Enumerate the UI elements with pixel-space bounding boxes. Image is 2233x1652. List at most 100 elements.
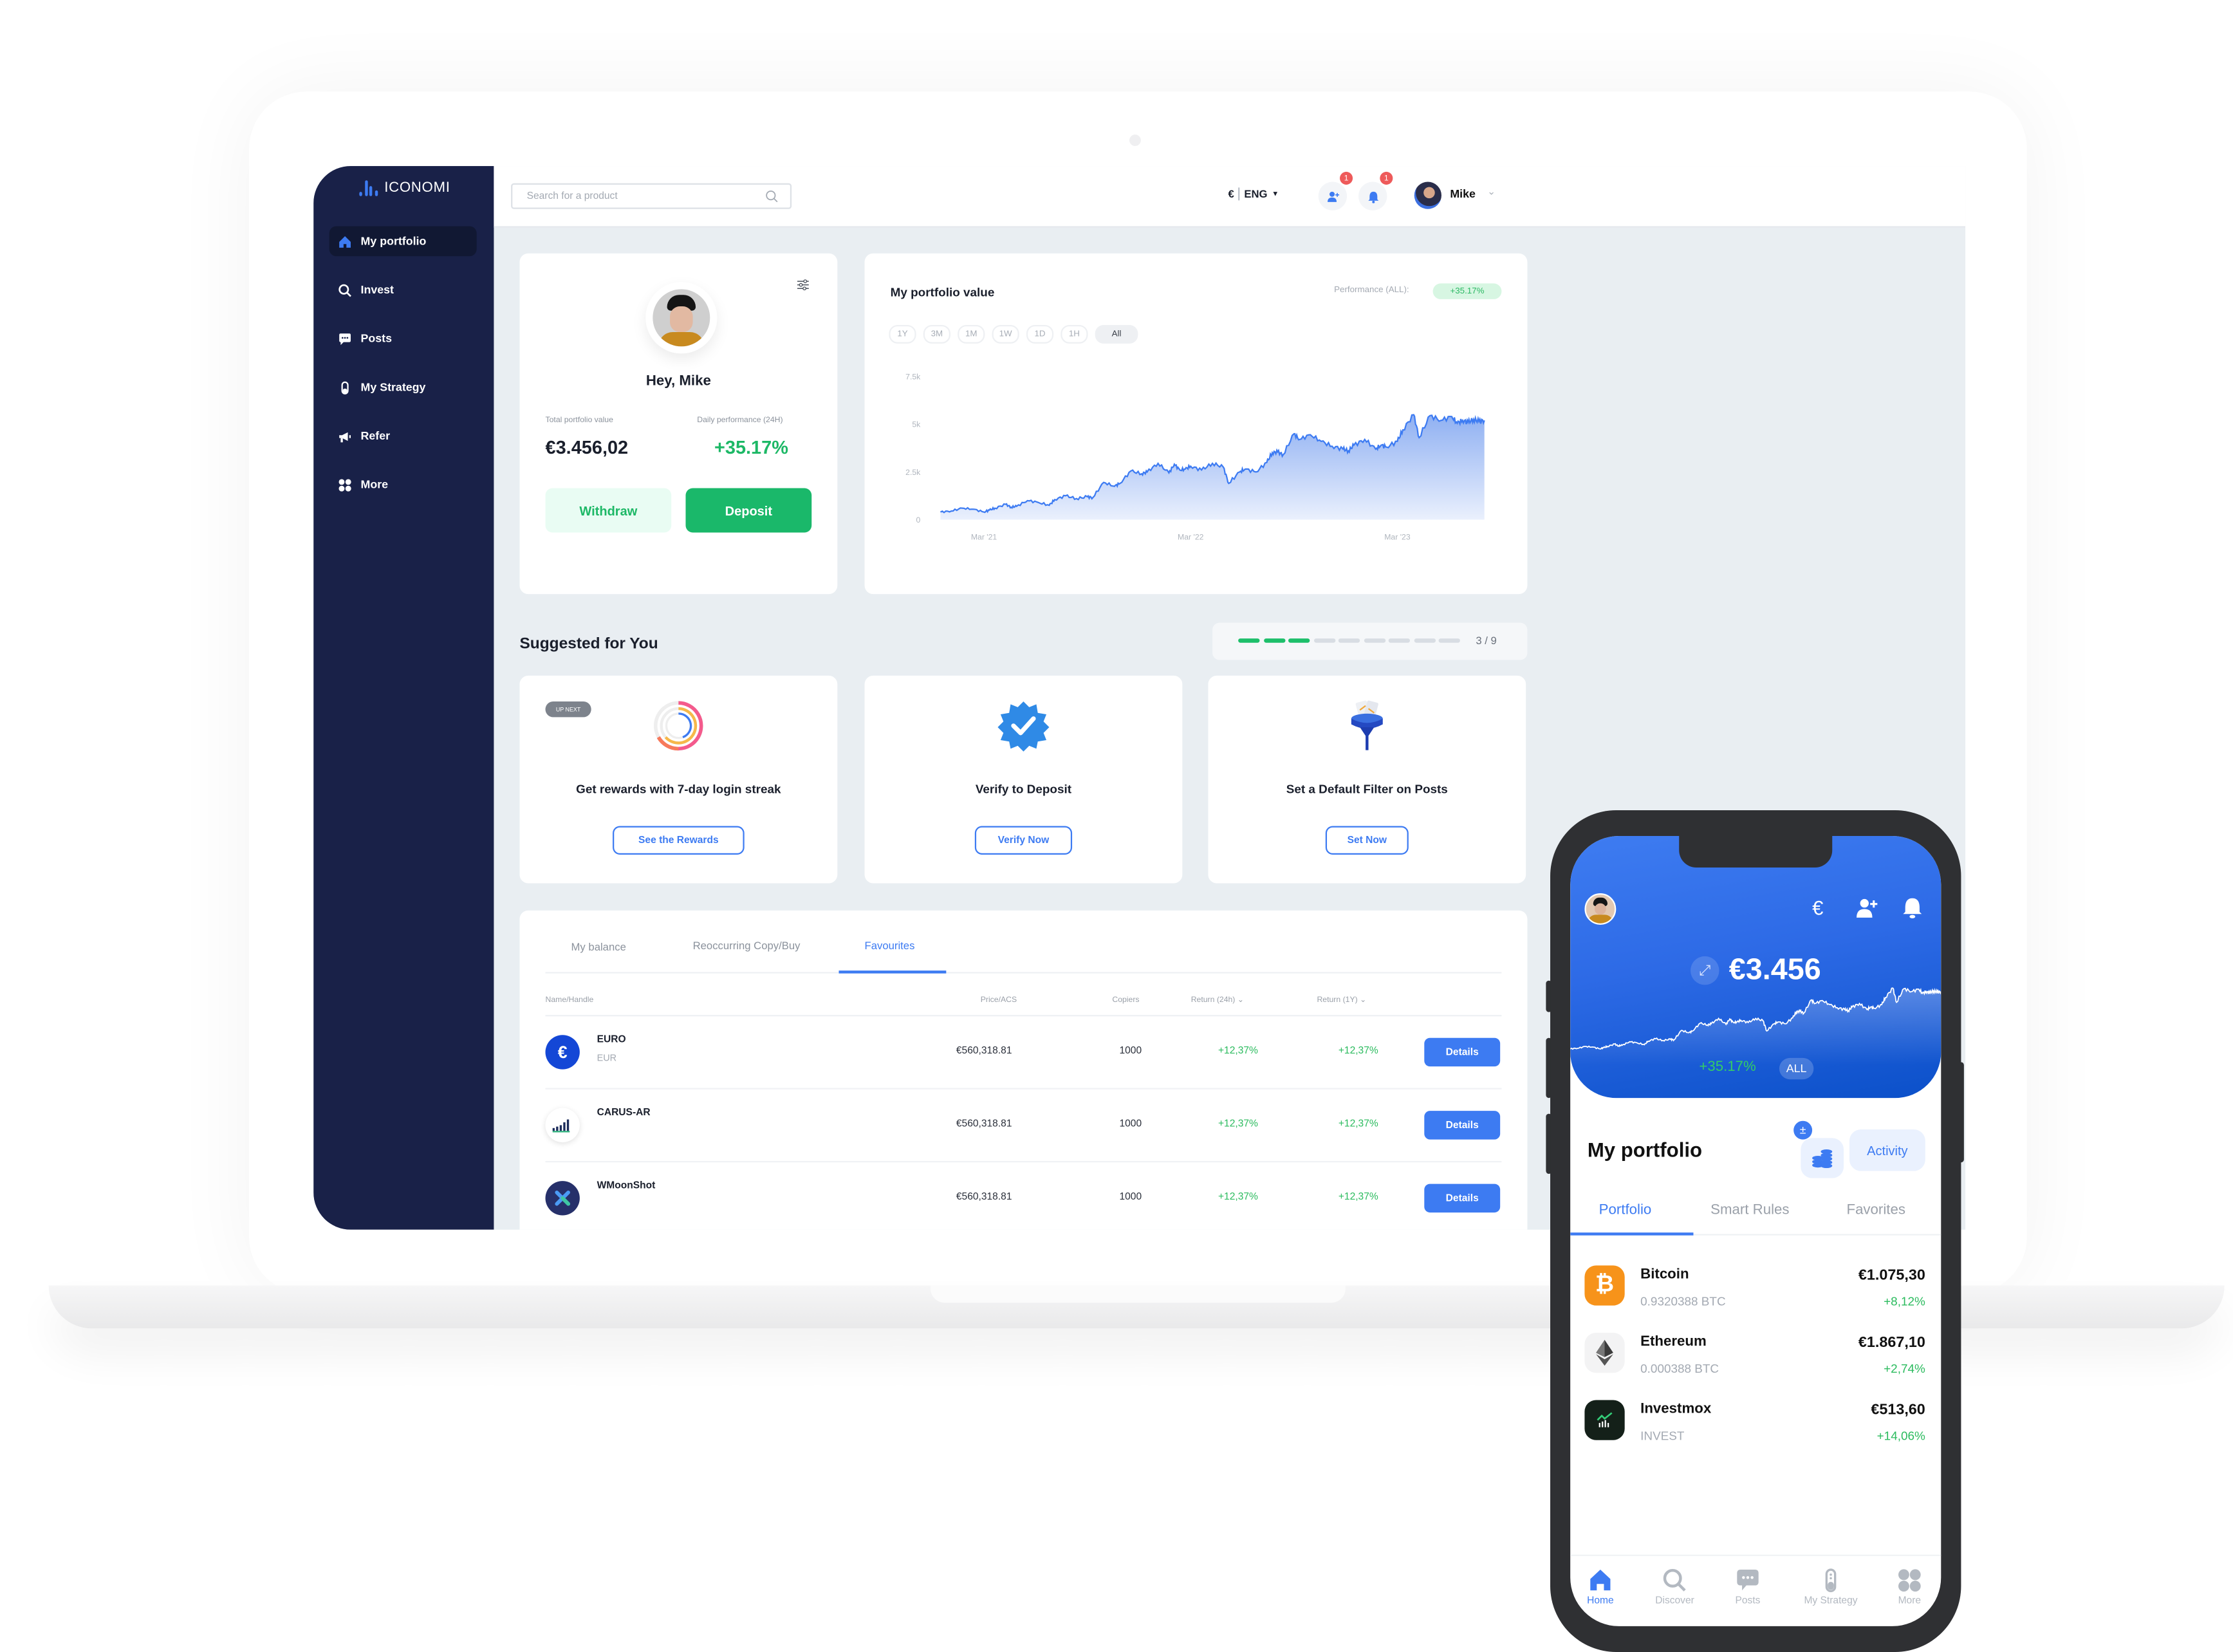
mobile-balance: ⤢ €3.456 [1570,953,1941,987]
row-name[interactable]: EURO [597,1035,626,1045]
mobile-tab-favorites[interactable]: Favorites [1846,1202,1905,1218]
x-tick-label: Mar '23 [1384,533,1411,542]
mobile-balance-amount: €3.456 [1728,953,1821,987]
asset-list-item[interactable]: ₿ Bitcoin 0.9320388 BTC €1.075,30 +8,12% [1584,1265,1925,1328]
nav-discover[interactable]: Discover [1639,1568,1710,1606]
daily-performance-value: +35.17% [714,436,788,458]
y-tick-label: 2.5k [905,468,921,477]
phone-notch [1679,836,1833,868]
range-all[interactable]: All [1095,324,1138,344]
currency-language-selector[interactable]: € ENG ▼ [1228,187,1279,201]
mobile-tab-smart-rules[interactable]: Smart Rules [1710,1202,1789,1218]
euro-icon: € [545,1035,580,1070]
progress-segment [1363,638,1385,643]
sidebar-item-my-strategy[interactable]: My Strategy [329,372,477,402]
brand-logo[interactable]: ICONOMI [359,180,450,196]
column-header-return-1y[interactable]: Return (1Y) ⌄ [1317,996,1366,1005]
sidebar-item-invest[interactable]: Invest [329,275,477,305]
mobile-phone: € ⤢ €3.456 +35.17% ALL My portfolio ± Ac… [1550,810,1961,1652]
row-price: €560,318.81 [956,1119,1012,1130]
ethereum-icon [1584,1332,1625,1373]
asset-list-item[interactable]: Ethereum 0.000388 BTC €1.867,10 +2,74% [1584,1332,1925,1396]
details-button[interactable]: Details [1424,1183,1501,1213]
tab-reoccurring-copy-buy[interactable]: Reoccurring Copy/Buy [693,939,801,952]
sidebar-item-label: My portfolio [360,234,427,248]
bell-icon[interactable] [1901,896,1924,919]
row-return-24h: +12,37% [1218,1119,1258,1130]
column-header-return-24h[interactable]: Return (24h) ⌄ [1191,996,1244,1005]
tabs-divider [545,972,1502,974]
suggestion-card-verify: Verify to Deposit Verify Now [864,675,1183,884]
invite-friends-button[interactable]: 1 [1318,171,1353,210]
range-1d[interactable]: 1D [1026,324,1054,344]
nav-posts[interactable]: Posts [1712,1568,1783,1606]
activity-button[interactable]: Activity [1849,1129,1925,1171]
tab-my-balance[interactable]: My balance [571,940,626,953]
search-icon [338,283,351,297]
settings-sliders-icon[interactable] [796,278,810,292]
user-plus-icon[interactable] [1855,896,1878,919]
flask-icon [1825,1568,1837,1593]
deposit-withdraw-button[interactable] [1801,1138,1844,1178]
range-1w[interactable]: 1W [992,324,1019,344]
euro-icon[interactable]: € [1810,896,1833,919]
mobile-portfolio-chart [1570,987,1941,1065]
details-button[interactable]: Details [1424,1037,1501,1067]
sidebar-item-refer[interactable]: Refer [329,421,477,451]
laptop-camera [1129,135,1141,146]
marketing-mockup: ICONOMI My portfolio Invest Posts My Str… [0,0,2233,1652]
search-input[interactable]: Search for a product [511,183,792,209]
deposit-button[interactable]: Deposit [685,488,812,533]
nav-more[interactable]: More [1874,1568,1941,1606]
verify-now-button[interactable]: Verify Now [974,826,1073,855]
nav-my-strategy[interactable]: My Strategy [1795,1568,1866,1606]
progress-count: 3 / 9 [1476,634,1497,647]
search-icon [766,190,778,203]
mobile-range-pill[interactable]: ALL [1779,1057,1814,1080]
column-header-copiers: Copiers [1112,996,1140,1005]
row-name[interactable]: CARUS-AR [597,1108,651,1118]
withdraw-button[interactable]: Withdraw [545,488,672,533]
row-copiers: 1000 [1119,1192,1142,1203]
user-avatar[interactable] [1414,181,1441,209]
range-1m[interactable]: 1M [958,324,985,344]
row-handle: EUR [597,1053,617,1064]
svg-text:€: € [1812,896,1823,919]
logo-icon [359,180,378,196]
details-button[interactable]: Details [1424,1111,1501,1140]
set-now-button[interactable]: Set Now [1325,826,1409,855]
profile-avatar [645,282,718,354]
chevron-down-icon[interactable]: ⌄ [1487,186,1496,198]
range-selector: 1Y 3M 1M 1W 1D 1H All [889,324,1138,344]
progress-segment [1263,638,1285,643]
home-icon [1590,1570,1611,1591]
filter-funnel-icon [1351,700,1383,750]
investmox-icon [1584,1400,1625,1440]
asset-list-item[interactable]: Investmox INVEST €513,60 +14,06% [1584,1400,1925,1463]
row-copiers: 1000 [1119,1119,1142,1130]
sidebar-item-more[interactable]: More [329,470,477,500]
range-1h[interactable]: 1H [1061,324,1088,344]
row-price: €560,318.81 [956,1192,1012,1203]
sidebar-item-label: Posts [360,332,393,346]
search-placeholder: Search for a product [526,190,618,201]
tab-favourites[interactable]: Favourites [865,939,915,952]
expand-icon[interactable]: ⤢ [1690,956,1719,985]
range-1y[interactable]: 1Y [889,324,916,344]
column-header-name: Name/Handle [545,996,594,1005]
row-return-24h: +12,37% [1218,1046,1258,1057]
range-3m[interactable]: 3M [923,324,951,344]
nav-home[interactable]: Home [1570,1568,1636,1606]
flask-icon [341,380,349,394]
sidebar-item-posts[interactable]: Posts [329,324,477,354]
user-name[interactable]: Mike [1450,187,1476,200]
mobile-avatar[interactable] [1584,893,1617,925]
sidebar-item-my-portfolio[interactable]: My portfolio [329,226,477,257]
table-row: CARUS-AR €560,318.81 1000 +12,37% +12,37… [545,1090,1502,1163]
y-tick-label: 5k [912,420,921,429]
mobile-tab-portfolio[interactable]: Portfolio [1599,1202,1652,1218]
row-name[interactable]: WMoonShot [597,1181,656,1191]
notifications-button[interactable]: 1 [1358,171,1393,210]
see-rewards-button[interactable]: See the Rewards [613,826,745,855]
row-return-1y: +12,37% [1338,1119,1378,1130]
